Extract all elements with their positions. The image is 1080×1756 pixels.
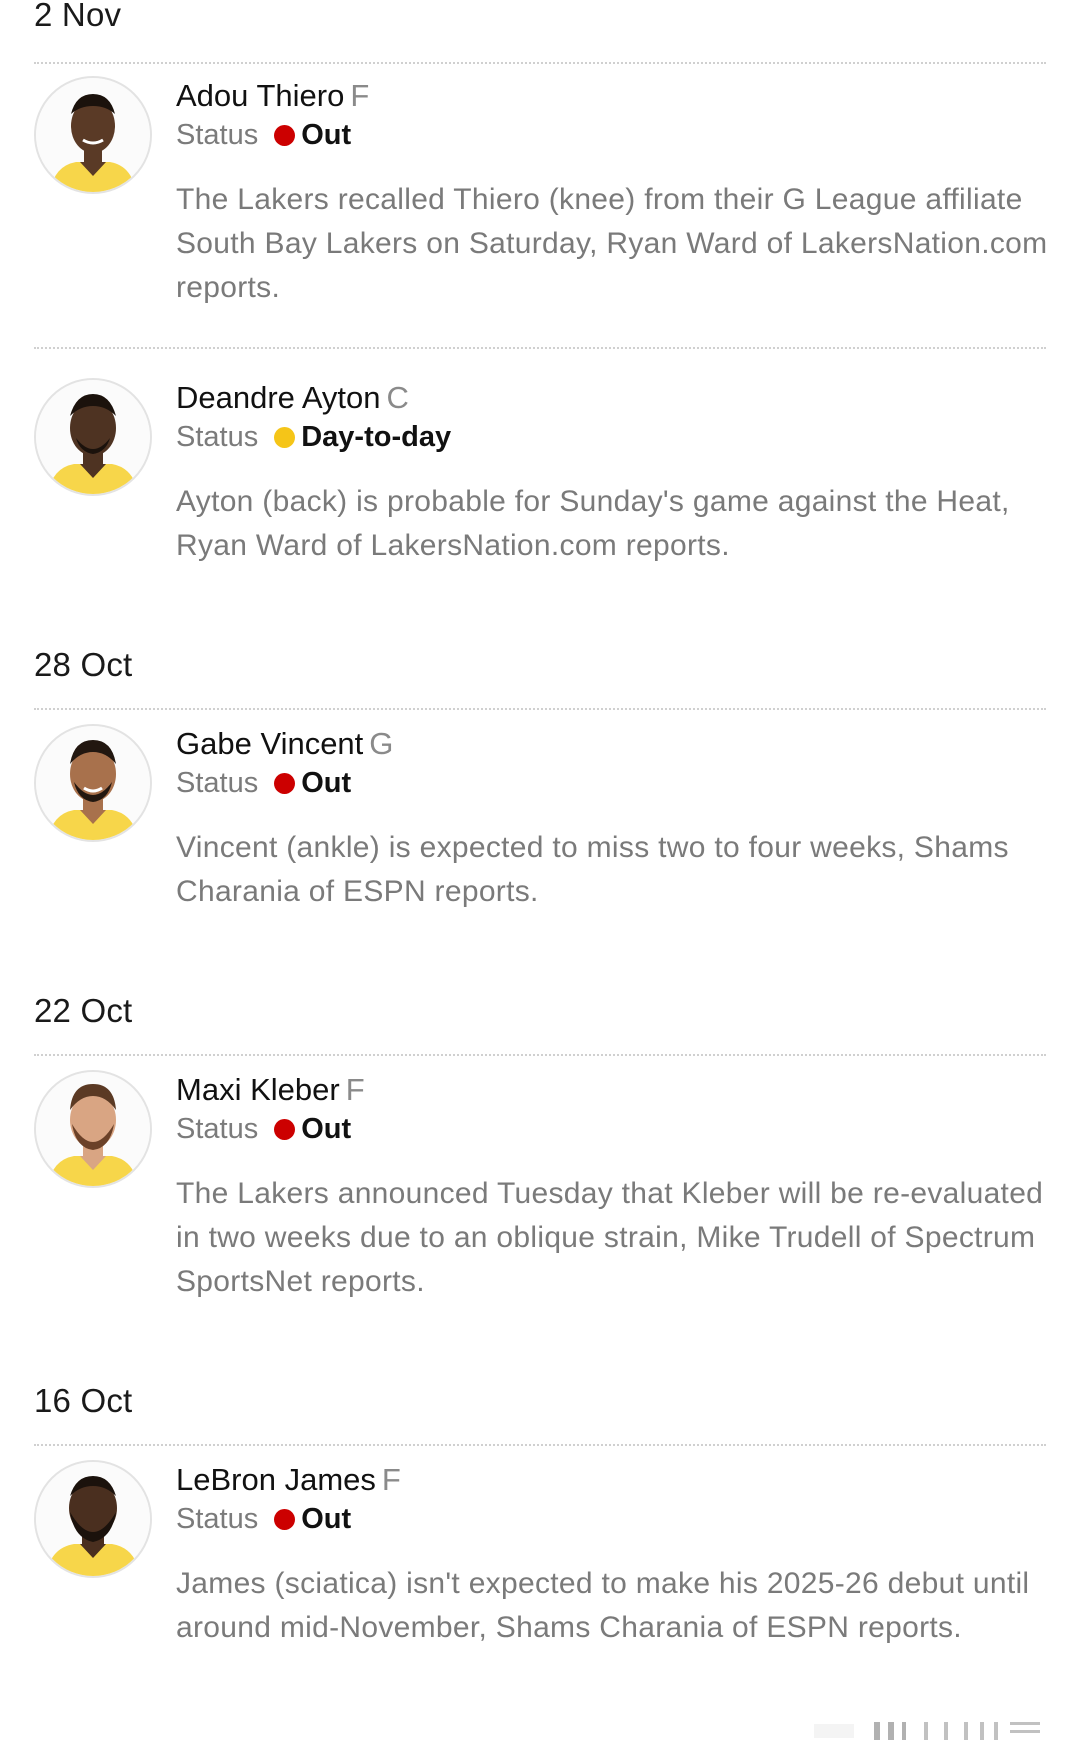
player-position: F [345,1072,365,1107]
status-label: Status [176,1113,259,1145]
status-label: Status [176,767,259,799]
player-position: F [381,1462,401,1497]
player-headshot-icon [34,76,152,194]
divider [34,1054,1046,1056]
watermark-icon [814,1722,1040,1740]
player-name[interactable]: Gabe Vincent [176,726,363,761]
divider [34,347,1046,349]
injury-description: Ayton (back) is probable for Sunday's ga… [176,485,1010,562]
date-heading: 22 Oct [34,992,133,1029]
player-name[interactable]: Maxi Kleber [176,1072,340,1107]
injury-description: James (sciatica) isn't expected to make … [176,1567,1030,1644]
status-value: Day-to-day [301,421,452,453]
status-dot-icon [274,427,296,448]
status-dot-icon [274,125,296,146]
injury-description: The Lakers recalled Thiero (knee) from t… [176,183,1048,304]
divider [34,1444,1046,1446]
player-position: F [350,78,370,113]
status-label: Status [176,1503,259,1535]
status-value: Out [301,1503,352,1535]
player-name[interactable]: Deandre Ayton [176,380,381,415]
player-headshot-icon [34,724,152,842]
injury-description: The Lakers announced Tuesday that Kleber… [176,1177,1044,1298]
player-name[interactable]: LeBron James [176,1462,376,1497]
player-headshot-icon [34,378,152,496]
date-heading: 16 Oct [34,1382,133,1419]
status-value: Out [301,1113,352,1145]
player-position: C [386,380,409,415]
status-dot-icon [274,1119,296,1140]
status-row: Status Out [176,1500,1056,1538]
status-label: Status [176,421,259,453]
player-headshot-icon [34,1460,152,1578]
status-value: Out [301,767,352,799]
divider [34,62,1046,64]
status-row: Status Out [176,1110,1056,1148]
injury-description: Vincent (ankle) is expected to miss two … [176,831,1009,908]
date-heading: 28 Oct [34,646,133,683]
player-position: G [369,726,394,761]
status-row: Status Day-to-day [176,418,1056,456]
status-value: Out [301,119,352,151]
player-name[interactable]: Adou Thiero [176,78,344,113]
status-label: Status [176,119,259,151]
status-row: Status Out [176,764,1056,802]
status-dot-icon [274,1509,296,1530]
status-dot-icon [274,773,296,794]
player-headshot-icon [34,1070,152,1188]
date-heading: 2 Nov [34,0,122,33]
divider [34,708,1046,710]
status-row: Status Out [176,116,1056,154]
